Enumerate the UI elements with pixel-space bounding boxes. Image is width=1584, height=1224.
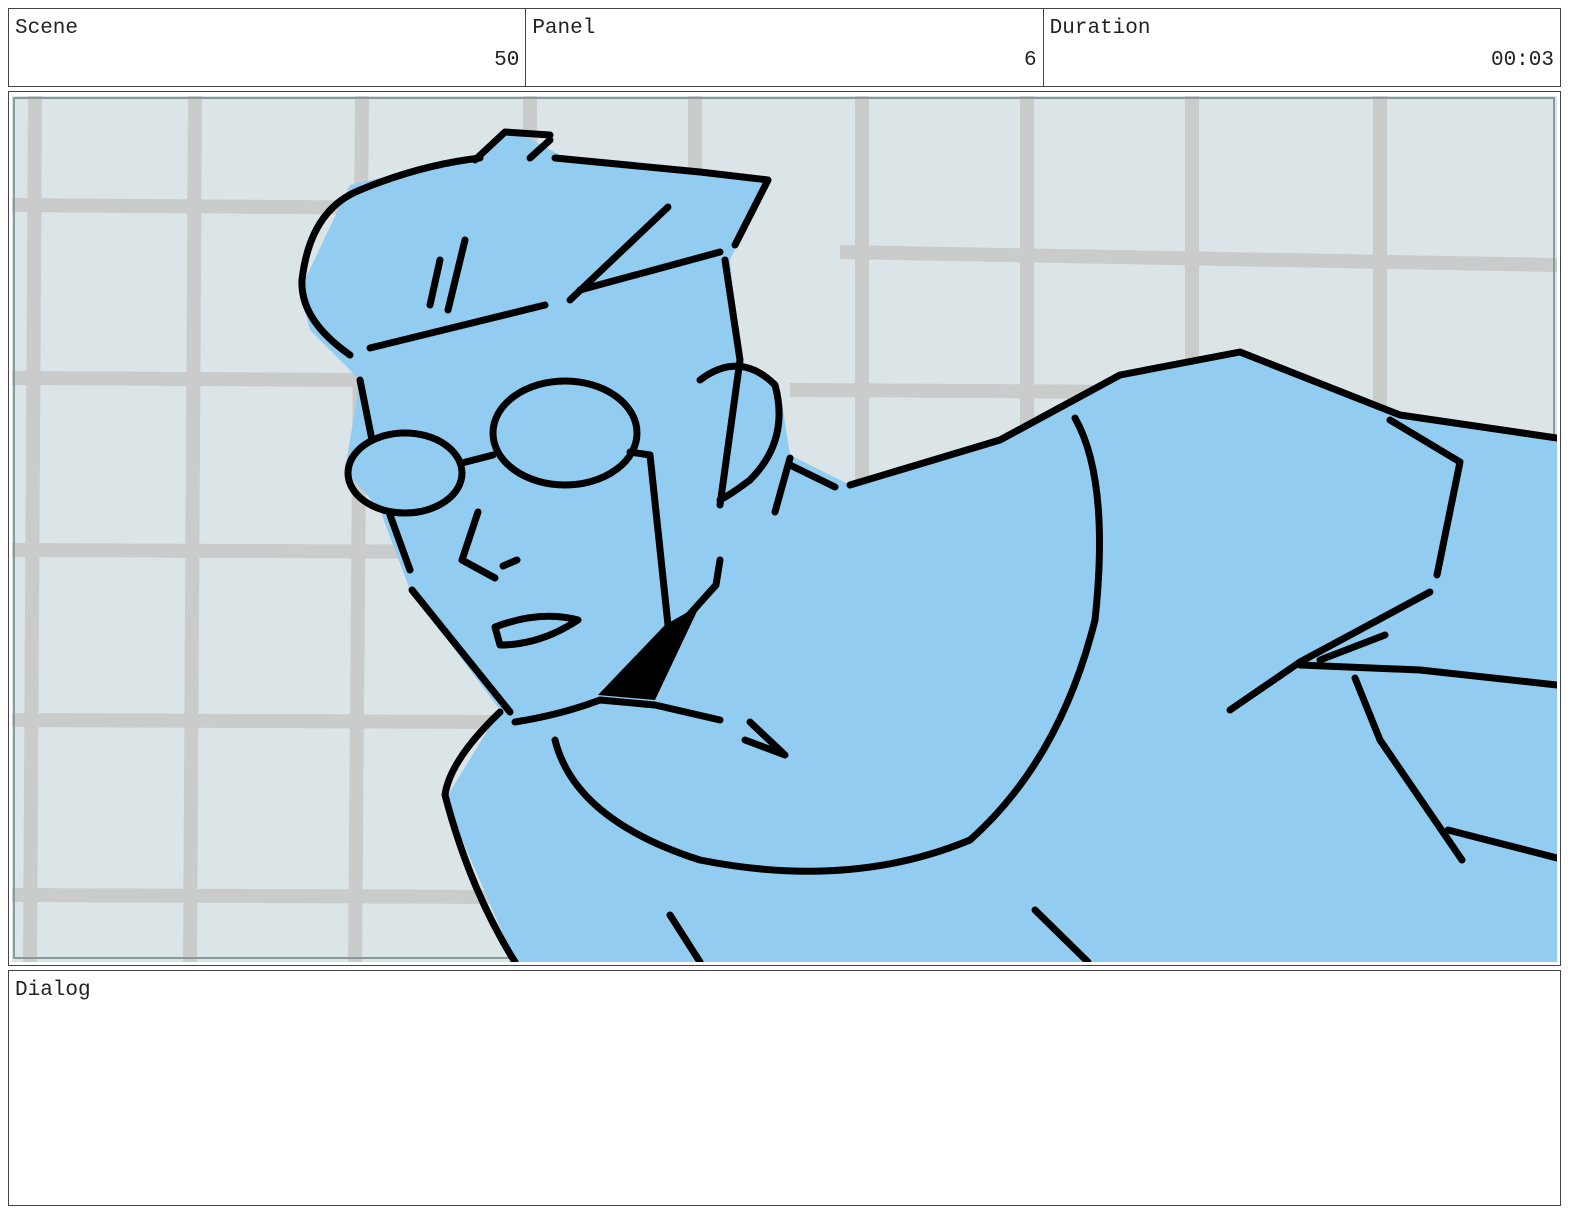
scene-field: Scene 50 [9,9,527,86]
panel-value: 6 [1024,49,1037,72]
scene-label: Scene [15,17,79,40]
storyboard-panel [8,91,1561,966]
duration-value: 00:03 [1490,49,1554,72]
duration-label: Duration [1049,17,1151,40]
storyboard-sketch [12,96,1557,962]
dialog-box[interactable]: Dialog [8,970,1561,1206]
panel-info-header: Scene 50 Panel 6 Duration 00:03 [8,8,1561,87]
scene-value: 50 [494,49,520,72]
panel-field: Panel 6 [526,9,1044,86]
duration-field: Duration 00:03 [1044,9,1560,86]
panel-label: Panel [532,17,596,40]
dialog-label: Dialog [15,979,91,1002]
